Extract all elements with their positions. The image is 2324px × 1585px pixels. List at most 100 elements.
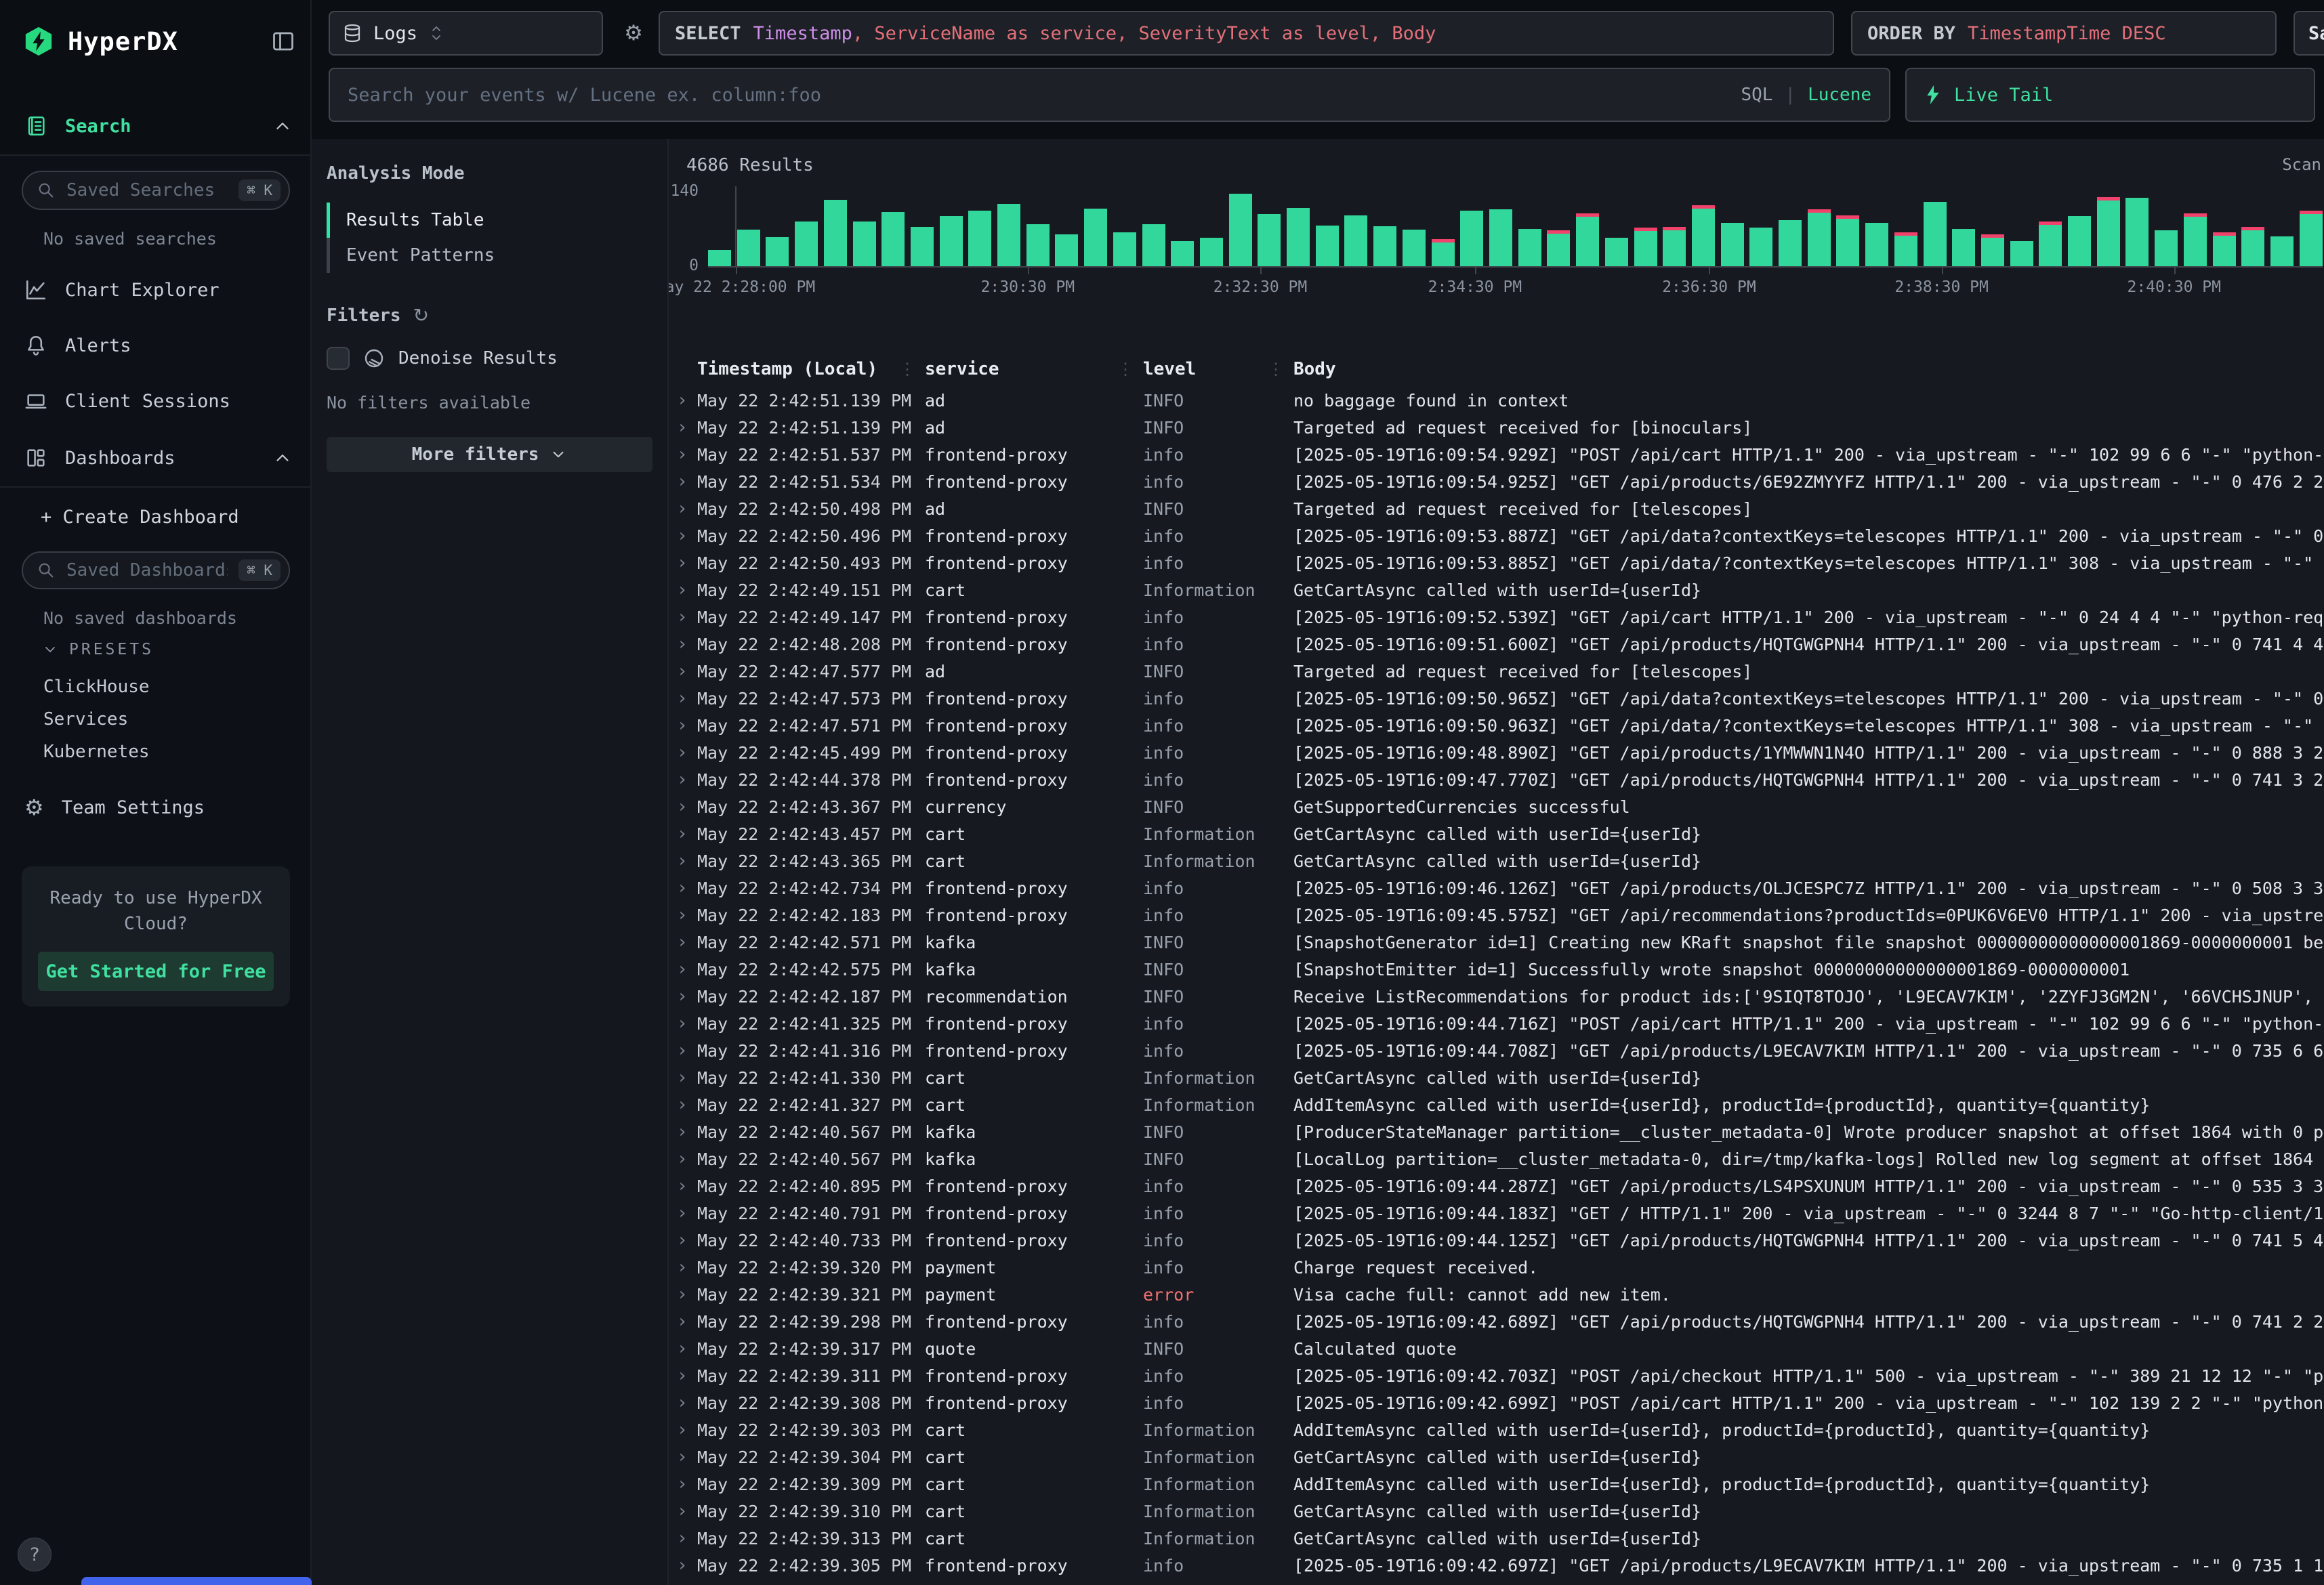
row-expand-chevron[interactable]: › — [669, 824, 697, 844]
histogram-bar[interactable] — [1808, 209, 1831, 266]
histogram-bar[interactable] — [2270, 236, 2294, 266]
table-row[interactable]: ›May 22 2:42:40.791 PMfrontend-proxyinfo… — [669, 1200, 2324, 1227]
histogram-bar[interactable] — [2184, 213, 2207, 266]
sidebar-item-chart-explorer[interactable]: Chart Explorer — [24, 272, 293, 308]
histogram-bar[interactable] — [853, 221, 876, 266]
histogram-bar[interactable] — [1258, 214, 1281, 266]
row-expand-chevron[interactable]: › — [669, 797, 697, 817]
row-expand-chevron[interactable]: › — [669, 1311, 697, 1332]
table-row[interactable]: ›May 22 2:42:41.327 PMcartInformationAdd… — [669, 1091, 2324, 1118]
row-expand-chevron[interactable]: › — [669, 634, 697, 654]
table-row[interactable]: ›May 22 2:42:43.367 PMcurrencyINFOGetSup… — [669, 793, 2324, 820]
row-expand-chevron[interactable]: › — [669, 1122, 697, 1142]
table-row[interactable]: ›May 22 2:42:48.208 PMfrontend-proxyinfo… — [669, 631, 2324, 658]
table-row[interactable]: ›May 22 2:42:39.298 PMfrontend-proxyinfo… — [669, 1308, 2324, 1335]
table-row[interactable]: ›May 22 2:42:41.330 PMcartInformationGet… — [669, 1064, 2324, 1091]
histogram-bar[interactable] — [795, 221, 818, 266]
table-row[interactable]: ›May 22 2:42:43.365 PMcartInformationGet… — [669, 847, 2324, 874]
histogram-bar[interactable] — [1344, 215, 1367, 266]
histogram-bar[interactable] — [1692, 205, 1715, 266]
row-expand-chevron[interactable]: › — [669, 1501, 697, 1521]
row-expand-chevron[interactable]: › — [669, 607, 697, 627]
histogram-bar[interactable] — [1084, 209, 1107, 266]
saved-dashboards-input[interactable]: Saved Dashboards ⌘ K — [22, 551, 290, 589]
histogram-bar[interactable] — [997, 204, 1020, 266]
histogram-bar[interactable] — [1605, 238, 1628, 266]
row-expand-chevron[interactable]: › — [669, 1068, 697, 1088]
table-row[interactable]: ›May 22 2:42:39.313 PMcartInformationGet… — [669, 1525, 2324, 1552]
sidebar-item-dashboards[interactable]: Dashboards — [24, 440, 293, 476]
histogram-bar[interactable] — [2241, 227, 2264, 266]
row-expand-chevron[interactable]: › — [669, 1257, 697, 1277]
row-expand-chevron[interactable]: › — [669, 1338, 697, 1359]
source-select[interactable]: Logs — [329, 11, 603, 56]
table-row[interactable]: ›May 22 2:42:39.321 PMpaymenterrorVisa c… — [669, 1281, 2324, 1308]
table-row[interactable]: ›May 22 2:42:51.534 PMfrontend-proxyinfo… — [669, 468, 2324, 495]
histogram-bar[interactable] — [1460, 211, 1483, 266]
column-header-level[interactable]: level⋮ — [1143, 359, 1293, 379]
row-expand-chevron[interactable]: › — [669, 742, 697, 763]
table-row[interactable]: ›May 22 2:42:43.457 PMcartInformationGet… — [669, 820, 2324, 847]
histogram-bar[interactable] — [1981, 234, 2004, 266]
table-row[interactable]: ›May 22 2:42:47.571 PMfrontend-proxyinfo… — [669, 712, 2324, 739]
histogram-bar[interactable] — [1836, 215, 1859, 266]
table-row[interactable]: ›May 22 2:42:42.187 PMrecommendationINFO… — [669, 983, 2324, 1010]
column-header-timestamp[interactable]: Timestamp (Local)⋮ — [697, 359, 925, 379]
row-expand-chevron[interactable]: › — [669, 688, 697, 709]
row-expand-chevron[interactable]: › — [669, 1095, 697, 1115]
table-row[interactable]: ›May 22 2:42:44.378 PMfrontend-proxyinfo… — [669, 766, 2324, 793]
column-header-service[interactable]: service⋮ — [925, 359, 1143, 379]
saved-searches-input[interactable]: Saved Searches ⌘ K — [22, 171, 290, 210]
histogram-bar[interactable] — [737, 230, 760, 266]
column-header-body[interactable]: Body — [1293, 359, 2324, 379]
create-dashboard-button[interactable]: + Create Dashboard — [41, 507, 239, 528]
table-row[interactable]: ›May 22 2:42:49.147 PMfrontend-proxyinfo… — [669, 604, 2324, 631]
select-query-input[interactable]: SELECT Timestamp , ServiceName as servic… — [659, 11, 1834, 56]
row-expand-chevron[interactable]: › — [669, 851, 697, 871]
histogram-bar[interactable] — [2097, 197, 2120, 266]
row-expand-chevron[interactable]: › — [669, 526, 697, 546]
histogram-bar[interactable] — [1894, 232, 1917, 266]
messenger-widget-partial[interactable] — [81, 1577, 312, 1585]
histogram-bar[interactable] — [2155, 230, 2178, 266]
table-row[interactable]: ›May 22 2:42:51.139 PMadINFOno baggage f… — [669, 387, 2324, 414]
table-row[interactable]: ›May 22 2:42:51.537 PMfrontend-proxyinfo… — [669, 441, 2324, 468]
row-expand-chevron[interactable]: › — [669, 1366, 697, 1386]
histogram-bar[interactable] — [1749, 228, 1772, 266]
save-button[interactable]: Sa — [2294, 11, 2324, 56]
sidebar-item-search[interactable]: Search — [24, 108, 293, 144]
histogram-bar[interactable] — [1924, 202, 1947, 266]
row-expand-chevron[interactable]: › — [669, 661, 697, 681]
analysis-mode-results-table[interactable]: Results Table — [327, 203, 652, 238]
analysis-mode-event-patterns[interactable]: Event Patterns — [327, 238, 652, 273]
histogram-bar[interactable] — [2068, 216, 2091, 266]
row-expand-chevron[interactable]: › — [669, 959, 697, 979]
histogram-bar[interactable] — [1171, 241, 1194, 266]
more-filters-button[interactable]: More filters — [327, 437, 652, 472]
row-expand-chevron[interactable]: › — [669, 769, 697, 790]
histogram-bar[interactable] — [940, 216, 963, 266]
histogram-bar[interactable] — [1952, 229, 1975, 266]
table-row[interactable]: ›May 22 2:42:42.183 PMfrontend-proxyinfo… — [669, 902, 2324, 929]
sidebar-collapse-icon[interactable] — [271, 29, 295, 54]
sidebar-preset-item[interactable]: Kubernetes — [43, 736, 150, 768]
histogram-bar[interactable] — [1779, 220, 1802, 266]
mode-sql[interactable]: SQL — [1741, 85, 1772, 105]
row-expand-chevron[interactable]: › — [669, 580, 697, 600]
table-row[interactable]: ›May 22 2:42:39.305 PMfrontend-proxyinfo… — [669, 1552, 2324, 1579]
histogram-bar[interactable] — [1721, 223, 1744, 266]
histogram-bar[interactable] — [1518, 229, 1541, 266]
help-button[interactable]: ? — [18, 1538, 51, 1571]
sidebar-preset-item[interactable]: ClickHouse — [43, 671, 150, 703]
row-expand-chevron[interactable]: › — [669, 499, 697, 519]
histogram-bar[interactable] — [1576, 213, 1599, 266]
table-row[interactable]: ›May 22 2:42:39.311 PMfrontend-proxyinfo… — [669, 1362, 2324, 1389]
table-row[interactable]: ›May 22 2:42:39.320 PMpaymentinfoCharge … — [669, 1254, 2324, 1281]
row-expand-chevron[interactable]: › — [669, 932, 697, 952]
table-row[interactable]: ›May 22 2:42:47.573 PMfrontend-proxyinfo… — [669, 685, 2324, 712]
table-row[interactable]: ›May 22 2:42:39.317 PMquoteINFOCalculate… — [669, 1335, 2324, 1362]
table-row[interactable]: ›May 22 2:42:45.499 PMfrontend-proxyinfo… — [669, 739, 2324, 766]
sidebar-item-alerts[interactable]: Alerts — [24, 328, 293, 363]
histogram-bar[interactable] — [1663, 227, 1686, 266]
histogram-bar[interactable] — [2125, 198, 2149, 266]
